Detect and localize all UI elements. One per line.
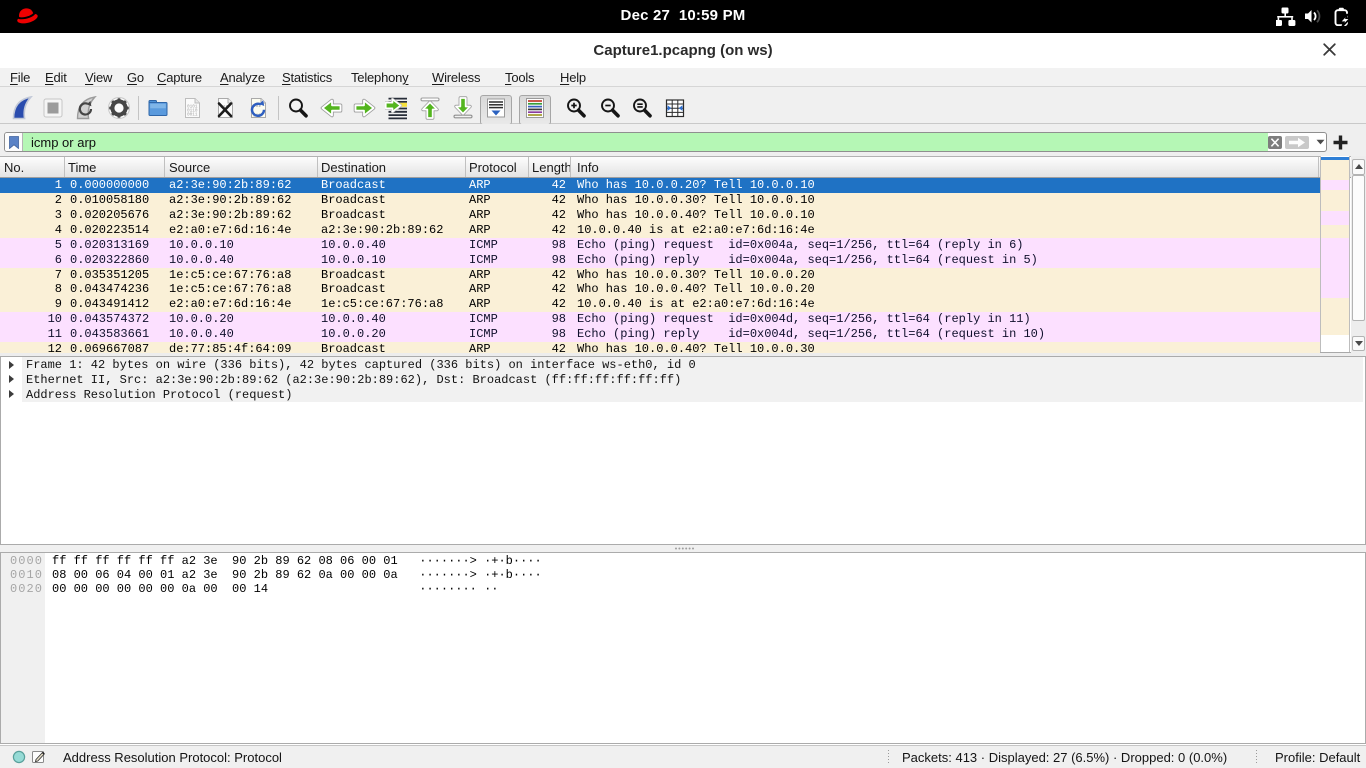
svg-text:0011: 0011 [187, 113, 198, 118]
